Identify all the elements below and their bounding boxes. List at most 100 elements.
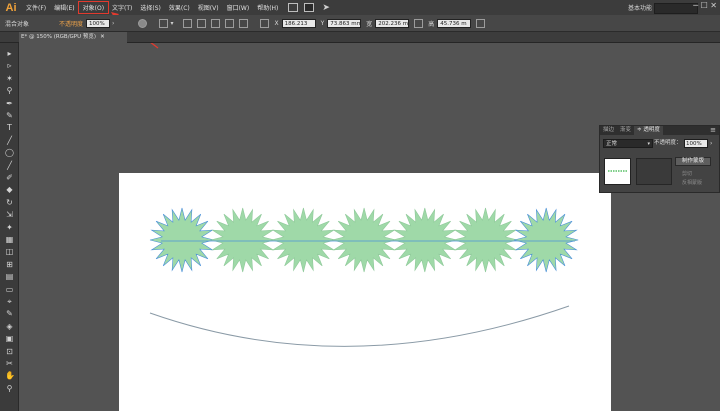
starburst-3[interactable]: [271, 207, 336, 273]
tool-12-icon[interactable]: ◆: [5, 185, 14, 194]
tool-7-icon[interactable]: T: [5, 123, 14, 132]
blend-mode-select[interactable]: 正常 ▾: [603, 139, 653, 148]
artwork-thumbnail[interactable]: [604, 158, 631, 185]
menu-effect[interactable]: 效果(C): [165, 2, 194, 13]
app-logo: Ai: [5, 1, 17, 14]
y-field[interactable]: 73.863 mm: [327, 18, 362, 28]
tab-transparency[interactable]: ≑ 透明度: [634, 126, 663, 135]
clip-checkbox[interactable]: 剪切: [682, 170, 692, 177]
tool-4-icon[interactable]: ⚲: [5, 86, 14, 95]
tools-panel: ▸ ▹ ✶ ⚲ ✒ ✎ T ╱ ◯ ╱ ✐ ◆ ↻ ⇲ ✦ ▦ ◫ ⊞ ▤ ▭ ⌖ ✎ ◈ ▣ ⊡ ✂ ✋ ⚲: [0, 43, 19, 411]
document-tab-bar: E* @ 150% (RGB/GPU 预览) ✕: [0, 32, 720, 43]
w-label: 宽: [366, 20, 373, 28]
make-mask-button[interactable]: 制作蒙版: [675, 157, 711, 166]
tool-28-icon[interactable]: ⚲: [5, 384, 14, 393]
thumbnail-stars: [608, 170, 627, 172]
arrange-documents-icon[interactable]: [304, 3, 315, 12]
tool-27-icon[interactable]: ✋: [5, 371, 15, 380]
workspace-switcher[interactable]: 基本功能: [628, 3, 652, 12]
artwork[interactable]: [119, 173, 611, 411]
align-left-icon[interactable]: [211, 18, 221, 28]
tool-26-icon[interactable]: ✂: [5, 359, 14, 368]
tool-15-icon[interactable]: ✦: [5, 223, 14, 232]
tool-1-icon[interactable]: ▸: [5, 49, 14, 58]
panel-menu-icon[interactable]: ≡: [710, 126, 716, 135]
spine-curve: [149, 305, 570, 347]
tool-9-icon[interactable]: ◯: [5, 148, 14, 157]
panel-opacity-label: 不透明度：: [654, 140, 682, 146]
send-icon[interactable]: ➤: [322, 3, 330, 13]
h-label: 高: [428, 20, 435, 28]
artboard: [119, 173, 611, 411]
starburst-5[interactable]: [392, 207, 457, 273]
opacity-arrow-icon[interactable]: ›: [710, 139, 712, 148]
distribute-v-icon[interactable]: [197, 18, 207, 28]
tool-20-icon[interactable]: ▭: [5, 285, 14, 294]
menu-file[interactable]: 文件(F): [22, 2, 50, 13]
y-label: Y: [320, 19, 325, 27]
starburst-7[interactable]: [514, 207, 579, 273]
close-icon[interactable]: ✕: [100, 34, 105, 40]
tool-17-icon[interactable]: ◫: [5, 247, 14, 256]
panel-menu-icon[interactable]: [476, 18, 486, 28]
tool-23-icon[interactable]: ◈: [5, 322, 14, 331]
reference-point-icon[interactable]: [260, 18, 270, 28]
h-field[interactable]: 45.736 m: [437, 18, 472, 28]
bridge-icon[interactable]: [288, 3, 299, 12]
tool-24-icon[interactable]: ▣: [5, 334, 14, 343]
menu-select[interactable]: 选择(S): [136, 2, 165, 13]
selection-type-label: 混合对象: [5, 20, 30, 28]
panel-opacity-field[interactable]: 100%: [684, 139, 708, 148]
tool-3-icon[interactable]: ✶: [5, 74, 14, 83]
starburst-4[interactable]: [332, 207, 397, 273]
menu-bar: Ai 文件(F) 编辑(E) 对象(O) 文字(T) 选择(S) 效果(C) 视…: [0, 0, 720, 15]
search-input[interactable]: [654, 3, 698, 14]
control-bar: 混合对象 不透明度 100% › ▾ X 186.213 Y 73.863 mm…: [0, 15, 720, 32]
tool-5-icon[interactable]: ✒: [5, 99, 14, 108]
tool-19-icon[interactable]: ▤: [5, 272, 14, 281]
tool-2-icon[interactable]: ▹: [5, 61, 14, 70]
menu-view[interactable]: 视图(V): [194, 2, 223, 13]
starburst-6[interactable]: [453, 207, 518, 273]
tool-11-icon[interactable]: ✐: [5, 173, 14, 182]
transparency-panel: 描边 渐变 ≑ 透明度 ≡ 正常 ▾ 不透明度： 100% › 制作蒙版 剪切 反…: [599, 125, 720, 193]
menu-help[interactable]: 帮助(H): [253, 2, 282, 13]
constrain-proportions-icon[interactable]: [414, 18, 424, 28]
opacity-label[interactable]: 不透明度: [59, 19, 83, 28]
opacity-dropdown-icon[interactable]: ›: [112, 20, 114, 27]
align-icon[interactable]: [159, 18, 169, 28]
tool-14-icon[interactable]: ⇲: [5, 210, 14, 219]
x-field[interactable]: 186.213: [281, 18, 316, 28]
tool-16-icon[interactable]: ▦: [5, 235, 14, 244]
document-tab[interactable]: E* @ 150% (RGB/GPU 预览) ✕: [19, 32, 127, 43]
blend-mode-value: 正常: [606, 141, 618, 147]
menu-object[interactable]: 对象(O): [77, 1, 110, 14]
tool-13-icon[interactable]: ↻: [5, 198, 14, 207]
align-right-icon[interactable]: [239, 18, 249, 28]
menu-type[interactable]: 文字(T): [108, 2, 136, 13]
starburst-1[interactable]: [149, 207, 215, 273]
tool-25-icon[interactable]: ⊡: [5, 347, 14, 356]
tool-21-icon[interactable]: ⌖: [5, 297, 14, 306]
align-center-icon[interactable]: [225, 18, 235, 28]
opacity-field[interactable]: 100%: [86, 18, 111, 28]
tool-6-icon[interactable]: ✎: [5, 111, 14, 120]
chevron-down-icon: ▾: [647, 141, 650, 147]
tool-22-icon[interactable]: ✎: [5, 309, 14, 318]
recolor-icon[interactable]: [138, 18, 148, 28]
distribute-icon[interactable]: [183, 18, 193, 28]
mask-thumbnail[interactable]: [636, 158, 672, 185]
tool-10-icon[interactable]: ╱: [5, 161, 14, 170]
document-tab-title: E* @ 150% (RGB/GPU 预览): [21, 34, 97, 40]
tab-stroke[interactable]: 描边: [600, 126, 617, 135]
menu-edit[interactable]: 编辑(E): [50, 2, 78, 13]
tool-8-icon[interactable]: ╱: [5, 136, 14, 145]
tool-18-icon[interactable]: ⊞: [5, 260, 14, 269]
window-controls[interactable]: ─ ☐ ✕: [693, 1, 717, 10]
menu-window[interactable]: 窗口(W): [223, 2, 254, 13]
starburst-2[interactable]: [210, 207, 275, 273]
w-field[interactable]: 202.236 m: [375, 18, 410, 28]
invert-mask-checkbox[interactable]: 反相蒙版: [682, 179, 702, 186]
align-dropdown-icon[interactable]: ▾: [170, 20, 173, 27]
tab-gradient[interactable]: 渐变: [617, 126, 634, 135]
